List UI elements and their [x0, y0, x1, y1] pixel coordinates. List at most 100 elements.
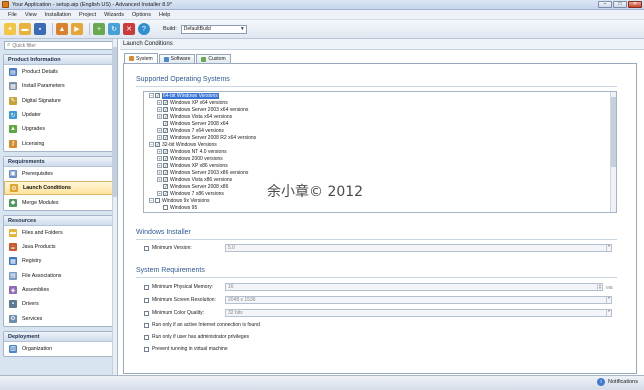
minimize-button[interactable]: – [598, 1, 612, 8]
collapse-icon[interactable]: − [149, 198, 154, 203]
sidebar-item-digital-signature[interactable]: ✎ Digital Signature [4, 94, 113, 108]
add-icon[interactable]: + [93, 23, 105, 35]
tree-item[interactable]: ✓Windows 95 [144, 204, 616, 211]
tab-system[interactable]: System [124, 53, 158, 63]
quick-filter[interactable]: ⌕ [4, 41, 113, 50]
expand-icon[interactable]: + [157, 128, 162, 133]
tree-item[interactable]: + ✓ Windows Vista x64 versions [144, 113, 616, 120]
tree-item-checkbox[interactable]: ✓ [163, 191, 168, 196]
menu-view[interactable]: View [25, 12, 37, 18]
tab-software[interactable]: Software [158, 54, 196, 63]
tree-item[interactable]: − ✓ 32-bit Windows Versions [144, 141, 616, 148]
tree-item[interactable]: −✓Windows 9x Versions [144, 197, 616, 204]
os-tree[interactable]: − ✓ 64-bit Windows Versions + ✓ Windows XP x6… [143, 91, 617, 213]
run-icon[interactable]: ▶ [71, 23, 83, 35]
tree-item[interactable]: ✓ Windows Server 2008 x64 [144, 120, 616, 127]
sidebar-item-product-details[interactable]: ▤ Product Details [4, 65, 113, 79]
color-quality-checkbox[interactable]: ✓ [144, 310, 149, 316]
tree-item[interactable]: + ✓ Windows Server 2008 R2 x64 versions [144, 134, 616, 141]
group-header[interactable]: Requirements [4, 156, 113, 167]
build-icon[interactable]: ▲ [56, 23, 68, 35]
save-icon[interactable]: ▪ [34, 23, 46, 35]
expand-icon[interactable]: + [157, 100, 162, 105]
tree-item[interactable]: + ✓ Windows 7 x86 versions [144, 190, 616, 197]
sidebar-item-upgrades[interactable]: ▲ Upgrades [4, 122, 113, 136]
expand-icon[interactable]: + [157, 177, 162, 182]
build-select[interactable]: DefaultBuild ▼ [180, 24, 247, 34]
screen-resolution-checkbox[interactable]: ✓ [144, 297, 149, 303]
group-header[interactable]: Product Information [4, 55, 113, 65]
menu-project[interactable]: Project [79, 12, 96, 18]
help-icon[interactable]: ? [138, 23, 150, 35]
expand-icon[interactable]: + [157, 163, 162, 168]
new-project-icon[interactable]: ✦ [4, 23, 16, 35]
tree-item-checkbox[interactable]: ✓ [155, 198, 160, 203]
tab-custom[interactable]: Custom [196, 54, 231, 63]
tree-item[interactable]: + ✓ Windows Vista x86 versions [144, 176, 616, 183]
tree-item-checkbox[interactable]: ✓ [163, 177, 168, 182]
collapse-icon[interactable]: − [149, 93, 154, 98]
expand-icon[interactable]: + [157, 191, 162, 196]
sidebar-item-organization[interactable]: ▥ Organization [4, 342, 113, 356]
spinner-icon[interactable]: ▲ ▼ [597, 284, 602, 290]
tree-item-checkbox[interactable]: ✓ [163, 100, 168, 105]
physical-memory-field[interactable]: 16 ▲ ▼ [225, 283, 603, 291]
admin-checkbox[interactable]: ✓ [144, 334, 149, 340]
tree-item-checkbox[interactable]: ✓ [163, 135, 168, 140]
sidebar-item-files-and-folders[interactable]: ▬ Files and Folders [4, 226, 113, 240]
refresh-icon[interactable]: ↻ [108, 23, 120, 35]
menu-options[interactable]: Options [132, 12, 151, 18]
sidebar-item-install-parameters[interactable]: ▦ Install Parameters [4, 79, 113, 93]
tree-item-checkbox[interactable]: ✓ [163, 170, 168, 175]
sidebar-item-registry[interactable]: ▦ Registry [4, 254, 113, 268]
sidebar-item-updater[interactable]: ↻ Updater [4, 108, 113, 122]
notifications-button[interactable]: i Notifications [597, 378, 638, 386]
expand-icon[interactable]: + [157, 107, 162, 112]
scrollbar-thumb[interactable] [113, 47, 117, 197]
tree-item[interactable]: + ✓ Windows Server 2003 x64 versions [144, 106, 616, 113]
tree-item-checkbox[interactable]: ✓ [163, 107, 168, 112]
sidebar-item-assemblies[interactable]: ◈ Assemblies [4, 283, 113, 297]
tree-item-checkbox[interactable]: ✓ [163, 128, 168, 133]
expand-icon[interactable]: + [157, 149, 162, 154]
sidebar-item-licensing[interactable]: ⚷ Licensing [4, 136, 113, 150]
menu-file[interactable]: File [8, 12, 17, 18]
expand-icon[interactable]: + [157, 114, 162, 119]
virtual-checkbox[interactable]: ✓ [144, 346, 149, 352]
sidebar-item-services[interactable]: ⚙ Services [4, 311, 113, 325]
tree-item-checkbox[interactable]: ✓ [163, 163, 168, 168]
tree-item-checkbox[interactable]: ✓ [163, 121, 168, 126]
sidebar-item-file-associations[interactable]: ▤ File Associations [4, 269, 113, 283]
physical-memory-checkbox[interactable]: ✓ [144, 284, 149, 290]
tree-item-checkbox[interactable]: ✓ [163, 205, 168, 210]
sidebar-item-drivers[interactable]: ▪ Drivers [4, 297, 113, 311]
min-version-checkbox[interactable]: ✓ [144, 245, 149, 251]
internet-checkbox[interactable]: ✓ [144, 322, 149, 328]
tree-item[interactable]: + ✓ Windows XP x64 versions [144, 99, 616, 106]
group-header[interactable]: Deployment [4, 331, 113, 342]
color-quality-field[interactable]: 32 bits ▼ [225, 309, 612, 317]
close-button[interactable]: ✕ [628, 1, 642, 8]
tree-item[interactable]: + ✓ Windows NT 4.0 versions [144, 148, 616, 155]
tree-item[interactable]: + ✓ Windows XP x86 versions [144, 162, 616, 169]
tree-item-checkbox[interactable]: ✓ [163, 114, 168, 119]
tree-item-checkbox[interactable]: ✓ [163, 149, 168, 154]
menu-help[interactable]: Help [159, 12, 170, 18]
tree-item[interactable]: + ✓ Windows Server 2003 x86 versions [144, 169, 616, 176]
tree-item[interactable]: ✓ Windows Server 2008 x86 [144, 183, 616, 190]
sidebar-item-merge-modules[interactable]: ◆ Merge Modules [4, 195, 113, 209]
scrollbar-thumb[interactable] [611, 97, 616, 167]
expand-icon[interactable]: + [157, 135, 162, 140]
sidebar-scrollbar[interactable] [112, 39, 117, 375]
maximize-button[interactable]: □ [613, 1, 627, 8]
tree-item[interactable]: + ✓ Windows 2000 versions [144, 155, 616, 162]
sidebar-item-java-products[interactable]: ☕ Java Products [4, 240, 113, 254]
tree-item-checkbox[interactable]: ✓ [163, 184, 168, 189]
menu-wizards[interactable]: Wizards [104, 12, 124, 18]
collapse-icon[interactable]: − [149, 142, 154, 147]
sidebar-item-prerequisites[interactable]: ▣ Prerequisites [4, 167, 113, 181]
open-folder-icon[interactable]: ▬ [19, 23, 31, 35]
tree-item-checkbox[interactable]: ✓ [155, 93, 160, 98]
tree-scrollbar[interactable] [610, 92, 616, 212]
tree-item-checkbox[interactable]: ✓ [163, 156, 168, 161]
